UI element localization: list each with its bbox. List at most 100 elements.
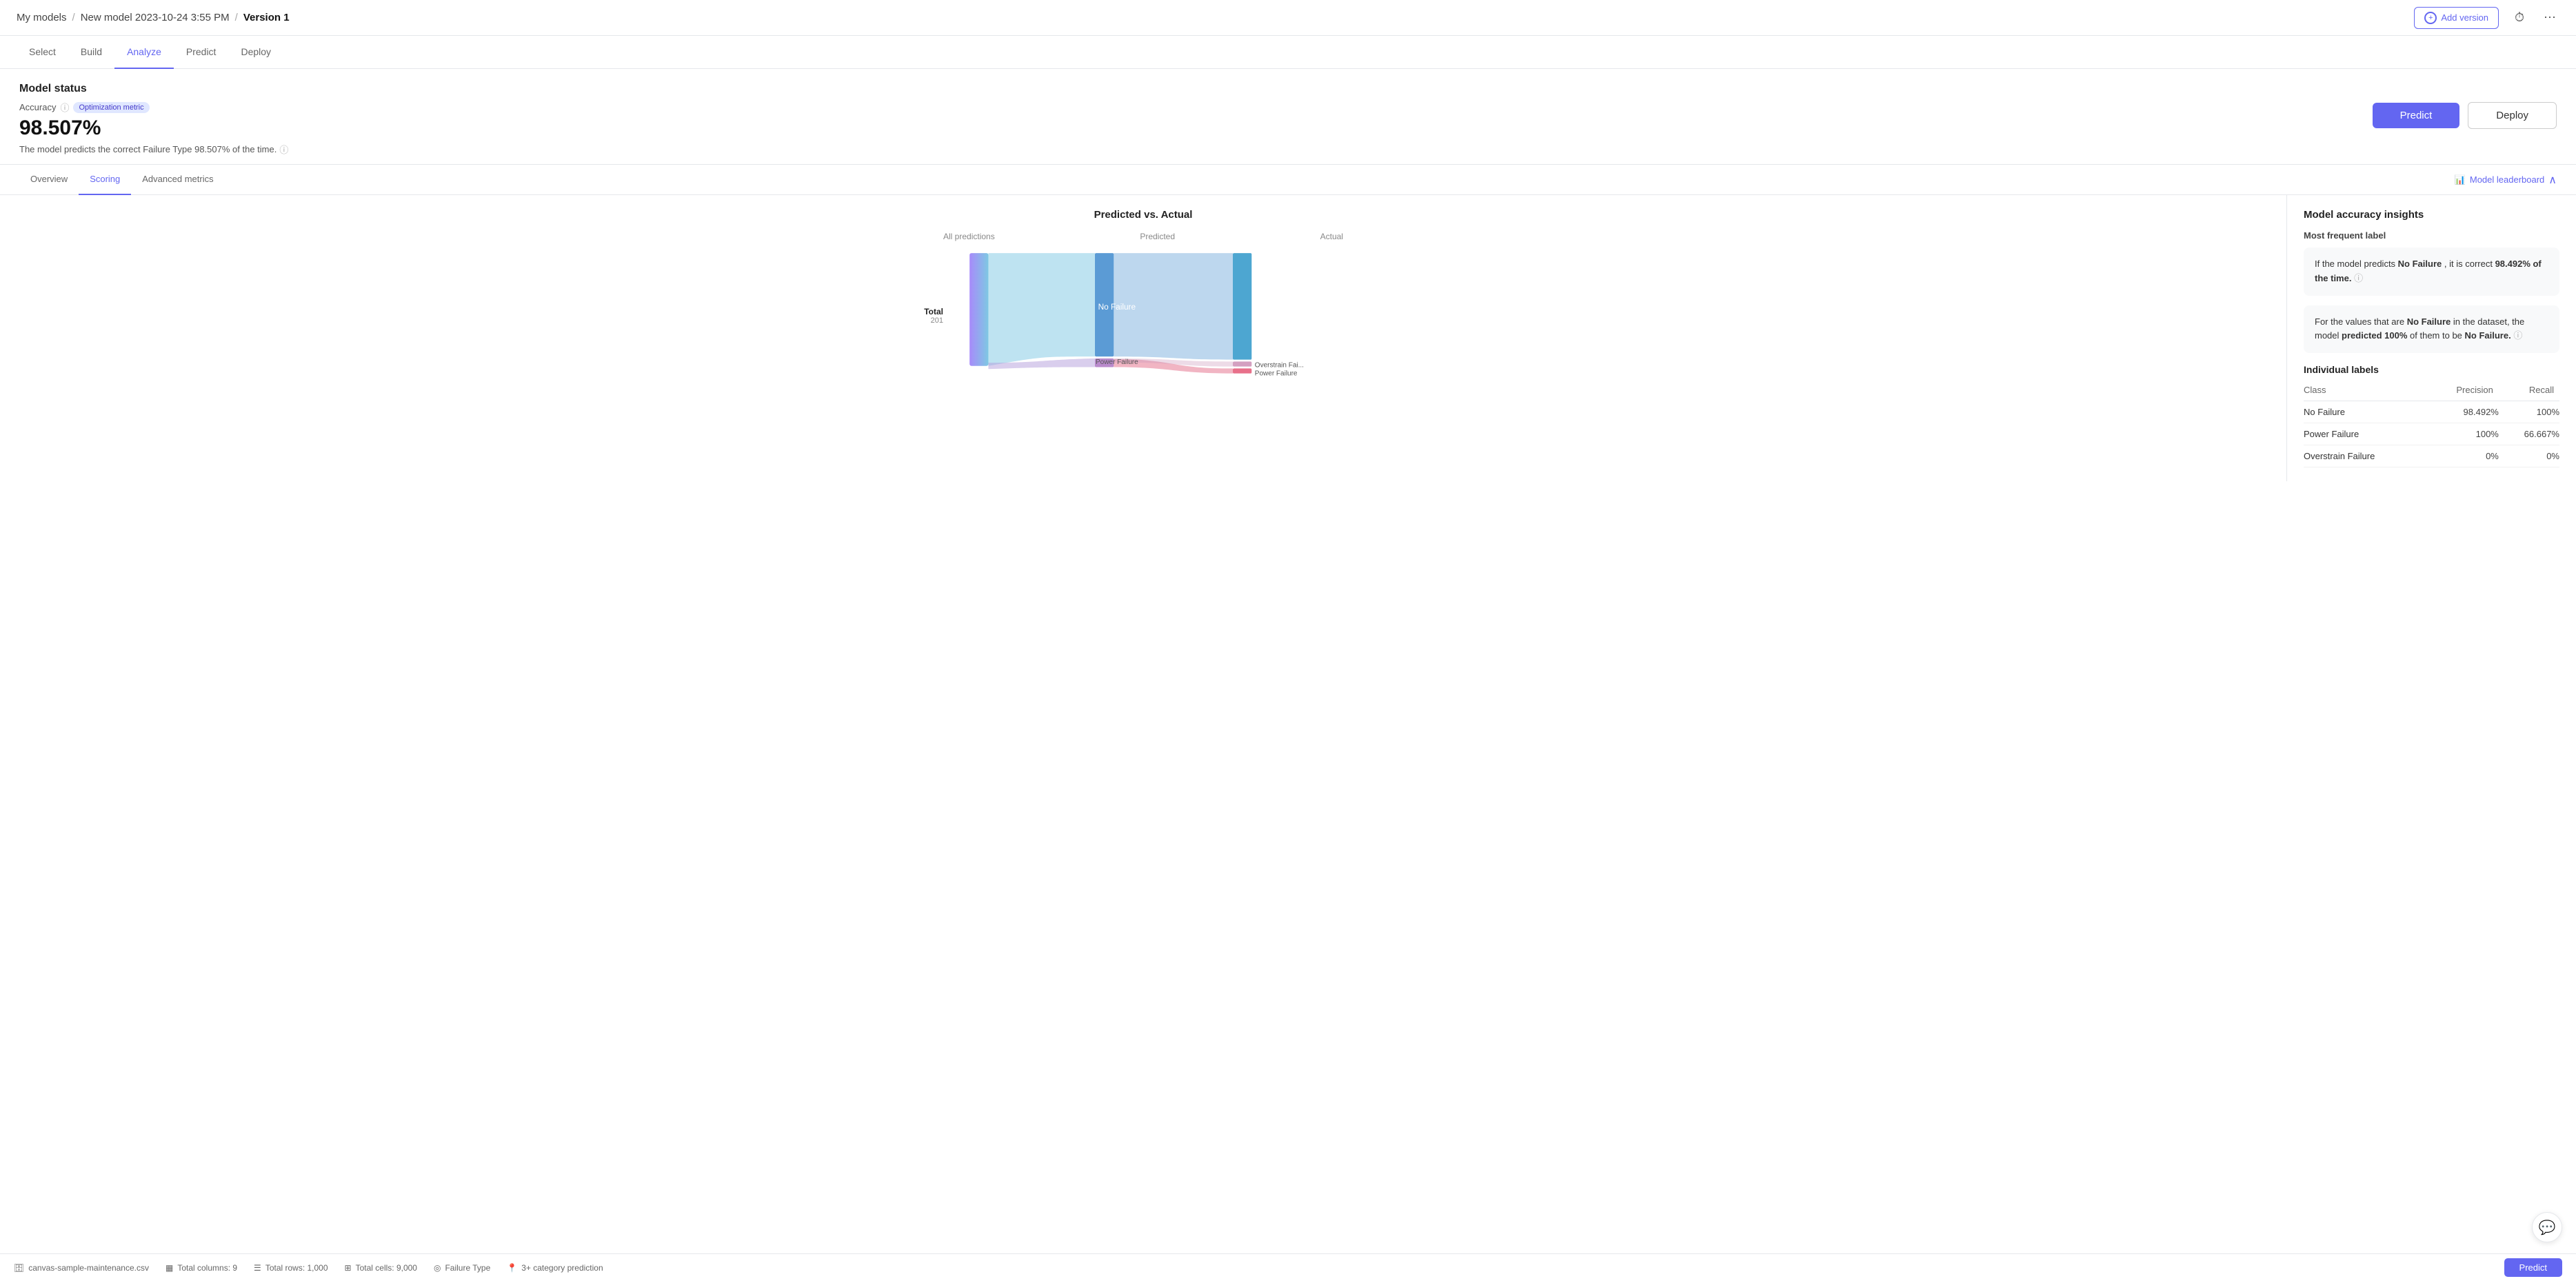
optimization-badge: Optimization metric — [73, 102, 149, 113]
svg-text:No Failure: No Failure — [1098, 302, 1136, 312]
target-icon: ◎ — [434, 1263, 441, 1273]
sankey-chart: No Failure Power Failure No Failure Over… — [950, 247, 1378, 385]
sub-tab-scoring[interactable]: Scoring — [79, 165, 131, 195]
insight2-prefix: For the values that are — [2315, 316, 2407, 327]
svg-text:Power Failure: Power Failure — [1255, 370, 1298, 377]
breadcrumb-version: Version 1 — [243, 12, 290, 23]
svg-text:Power Failure: Power Failure — [1096, 359, 1138, 366]
file-icon: 🗄 — [14, 1263, 24, 1273]
tab-predict[interactable]: Predict — [174, 36, 229, 69]
panel-title: Model accuracy insights — [2304, 209, 2559, 221]
recall-no-failure: 100% — [2499, 401, 2559, 423]
insight2-bold2: predicted 100% — [2342, 330, 2407, 341]
tab-deploy[interactable]: Deploy — [228, 36, 283, 69]
header: My models / New model 2023-10-24 3:55 PM… — [0, 0, 2576, 36]
breadcrumb-sep2: / — [235, 12, 238, 23]
tab-analyze[interactable]: Analyze — [114, 36, 174, 69]
status-bar-right: Predict — [2504, 1258, 2562, 1277]
breadcrumb: My models / New model 2023-10-24 3:55 PM… — [17, 12, 290, 23]
recall-overstrain-failure: 0% — [2499, 445, 2559, 467]
accuracy-info-icon[interactable]: ⓘ — [60, 101, 69, 114]
status-prediction-type: 📍 3+ category prediction — [507, 1263, 603, 1273]
tab-select[interactable]: Select — [17, 36, 68, 69]
chart-title: Predicted vs. Actual — [1094, 209, 1193, 221]
chat-icon: 💬 — [2539, 1219, 2556, 1236]
sub-tabs-left: Overview Scoring Advanced metrics — [19, 165, 225, 195]
precision-no-failure: 98.492% — [2426, 401, 2499, 423]
chart-total-label: Total 201 — [902, 247, 950, 385]
collapse-icon[interactable]: ∧ — [2548, 173, 2557, 187]
col-recall: Recall — [2499, 382, 2559, 401]
history-icon[interactable]: ⏱ — [2510, 8, 2529, 28]
cells-icon: ⊞ — [345, 1263, 352, 1273]
breadcrumb-sep1: / — [72, 12, 75, 23]
col-class: Class — [2304, 382, 2426, 401]
insight1-info-icon[interactable]: ⓘ — [2354, 273, 2363, 283]
svg-text:No Failure: No Failure — [1255, 301, 1293, 310]
leaderboard-icon: 📊 — [2455, 174, 2466, 185]
class-overstrain-failure: Overstrain Failure — [2304, 445, 2426, 467]
table-row: Power Failure 100% 66.667% — [2304, 423, 2559, 445]
chart-area: Predicted vs. Actual All predictions Pre… — [0, 195, 2286, 481]
tab-build[interactable]: Build — [68, 36, 114, 69]
model-status-actions: Predict Deploy — [2373, 102, 2557, 129]
model-status-section: Model status Accuracy ⓘ Optimization met… — [0, 69, 2576, 165]
breadcrumb-my-models[interactable]: My models — [17, 12, 67, 23]
precision-overstrain-failure: 0% — [2426, 445, 2499, 467]
status-target: ◎ Failure Type — [434, 1263, 490, 1273]
svg-text:Overstrain Fai...: Overstrain Fai... — [1255, 362, 1304, 370]
status-cells: ⊞ Total cells: 9,000 — [345, 1263, 417, 1273]
status-file: 🗄 canvas-sample-maintenance.csv — [14, 1263, 149, 1273]
accuracy-value: 98.507% — [19, 117, 288, 140]
nav-tabs: Select Build Analyze Predict Deploy — [0, 36, 2576, 69]
rows-icon: ☰ — [254, 1263, 261, 1273]
desc-info-icon[interactable]: ⓘ — [279, 143, 288, 156]
class-power-failure: Power Failure — [2304, 423, 2426, 445]
class-no-failure: No Failure — [2304, 401, 2426, 423]
individual-labels-table: Class Precision Recall No Failure 98.492… — [2304, 382, 2559, 467]
prediction-icon: 📍 — [507, 1263, 517, 1273]
label-actual: Actual — [1320, 232, 1343, 241]
breadcrumb-model[interactable]: New model 2023-10-24 3:55 PM — [81, 12, 230, 23]
insight2-bold3: No Failure. — [2465, 330, 2511, 341]
chart-visual: Total 201 — [902, 247, 1385, 385]
header-actions: + Add version ⏱ ⋯ — [2414, 7, 2559, 29]
sub-tab-advanced-metrics[interactable]: Advanced metrics — [131, 165, 224, 195]
accuracy-desc: The model predicts the correct Failure T… — [19, 143, 288, 156]
label-predicted: Predicted — [1140, 232, 1175, 241]
insight1-middle: , it is correct — [2444, 259, 2495, 269]
accuracy-label-row: Accuracy ⓘ Optimization metric — [19, 101, 288, 114]
sub-tab-overview[interactable]: Overview — [19, 165, 79, 195]
predict-button[interactable]: Predict — [2373, 103, 2460, 128]
model-leaderboard-button[interactable]: 📊 Model leaderboard ∧ — [2455, 173, 2557, 187]
right-panel: Model accuracy insights Most frequent la… — [2286, 195, 2576, 481]
insight-box-2: For the values that are No Failure in th… — [2304, 305, 2559, 354]
accuracy-label-text: Accuracy — [19, 102, 56, 112]
columns-icon: ▦ — [165, 1263, 173, 1273]
chart-container: All predictions Predicted Actual Total 2… — [902, 232, 1385, 385]
table-row: Overstrain Failure 0% 0% — [2304, 445, 2559, 467]
content-area: Predicted vs. Actual All predictions Pre… — [0, 195, 2576, 481]
model-status-left: Model status Accuracy ⓘ Optimization met… — [19, 83, 288, 156]
table-row: No Failure 98.492% 100% — [2304, 401, 2559, 423]
recall-power-failure: 66.667% — [2499, 423, 2559, 445]
status-columns: ▦ Total columns: 9 — [165, 1263, 237, 1273]
status-predict-button[interactable]: Predict — [2504, 1258, 2562, 1277]
insight-box-1: If the model predicts No Failure , it is… — [2304, 248, 2559, 296]
most-frequent-label-title: Most frequent label — [2304, 230, 2559, 241]
col-precision: Precision — [2426, 382, 2499, 401]
status-bar: 🗄 canvas-sample-maintenance.csv ▦ Total … — [0, 1253, 2576, 1281]
insight1-prefix: If the model predicts — [2315, 259, 2398, 269]
individual-labels-title: Individual labels — [2304, 364, 2559, 375]
insight2-info-icon[interactable]: ⓘ — [2513, 330, 2522, 341]
insight2-suffix: of them to be — [2410, 330, 2465, 341]
sub-tabs: Overview Scoring Advanced metrics 📊 Mode… — [0, 165, 2576, 195]
deploy-button[interactable]: Deploy — [2468, 102, 2557, 129]
add-version-button[interactable]: + Add version — [2414, 7, 2499, 29]
more-icon[interactable]: ⋯ — [2540, 8, 2559, 28]
insight1-bold1: No Failure — [2398, 259, 2442, 269]
insight2-bold1: No Failure — [2407, 316, 2451, 327]
status-rows: ☰ Total rows: 1,000 — [254, 1263, 328, 1273]
chat-fab-button[interactable]: 💬 — [2532, 1212, 2562, 1242]
plus-icon: + — [2424, 12, 2437, 24]
